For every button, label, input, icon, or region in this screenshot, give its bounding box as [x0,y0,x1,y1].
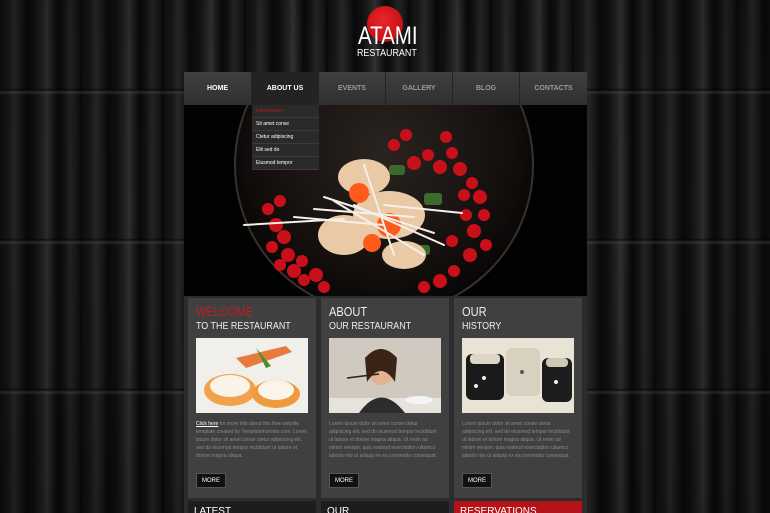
nav-home[interactable]: HOME [184,72,252,105]
woman-eating-image [329,338,441,413]
latest-heading: LATEST [188,501,316,513]
our-heading: OUR [321,501,449,513]
column-text: Lorem ipsum dolor sit amet conse ctetur … [329,421,437,459]
logo-title: ATAMI [357,22,418,50]
click-here-link[interactable]: Click here [196,421,218,427]
dropdown-item[interactable]: Ctetur adipiscing [252,131,319,144]
more-button[interactable]: MORE [462,473,492,488]
welcome-column: WELCOME TO THE RESTAURANT Click here for… [188,298,316,498]
nav-contacts[interactable]: CONTACTS [520,72,587,105]
logo-subtitle: RESTAURANT [356,47,417,59]
about-column: ABOUT OUR RESTAURANT Lorem ipsum dolor s… [321,298,449,498]
site-logo[interactable]: ATAMI RESTAURANT [352,6,418,66]
nav-blog[interactable]: BLOG [453,72,520,105]
sesame-rolls-image [462,338,574,413]
sushi-rolls-image [196,338,308,413]
column-subtitle: TO THE RESTAURANT [196,320,291,332]
reservations-heading: RESERVATIONS [454,501,582,513]
dropdown-item[interactable]: Sit amet conse [252,118,319,131]
nav-about-us[interactable]: ABOUT US [252,72,319,105]
main-nav: HOME ABOUT US EVENTS GALLERY BLOG CONTAC… [184,72,587,105]
nav-gallery[interactable]: GALLERY [386,72,453,105]
column-title: OUR [462,304,487,319]
dropdown-item[interactable]: Loremipsum [252,105,319,118]
sushi-dish-image [243,129,492,293]
column-text: Click here for more info about this free… [196,421,308,459]
main-panel: HOME ABOUT US EVENTS GALLERY BLOG CONTAC… [184,72,587,513]
history-column: OUR HISTORY Lorem ipsum dolor sit amet c… [454,298,582,498]
column-subtitle: OUR RESTAURANT [329,320,412,332]
about-dropdown: Loremipsum Sit amet conse Ctetur adipisc… [252,105,319,170]
column-subtitle: HISTORY [462,320,502,332]
column-title: WELCOME [196,304,254,319]
nav-events[interactable]: EVENTS [319,72,386,105]
dropdown-item[interactable]: Eiusmod tempor [252,157,319,170]
column-text: Lorem ipsum dolor sit amet conse ctetur … [462,421,570,459]
dropdown-item[interactable]: Elit sed do [252,144,319,157]
more-button[interactable]: MORE [329,473,359,488]
hero-slider[interactable] [184,105,587,296]
column-title: ABOUT [329,304,368,319]
more-button[interactable]: MORE [196,473,226,488]
